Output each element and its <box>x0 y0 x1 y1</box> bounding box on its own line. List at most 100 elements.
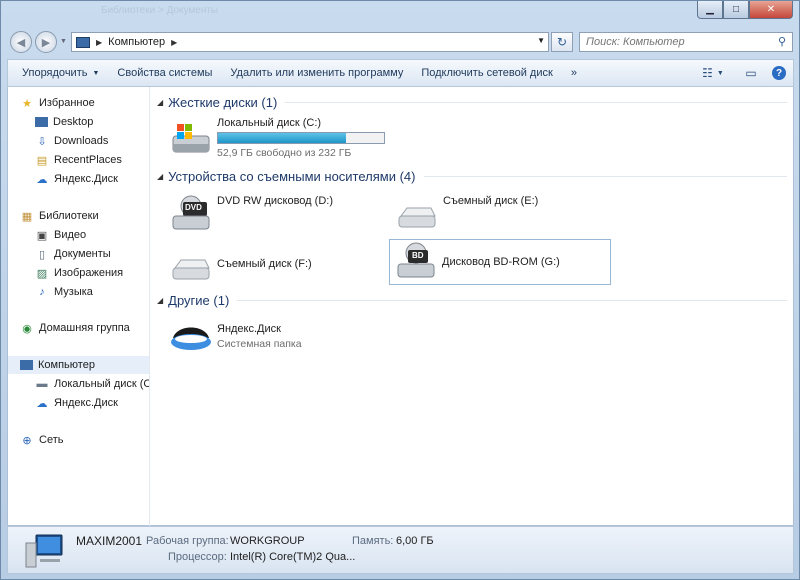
sidebar-item-desktop[interactable]: Desktop <box>35 113 93 131</box>
sidebar-item-label: Downloads <box>54 135 109 147</box>
drive-tile-bd[interactable]: BD Дисковод BD-ROM (G:) <box>389 239 611 285</box>
close-icon: ✕ <box>766 4 776 15</box>
navigation-row: ◀ ▶ ▼ ▶ Компьютер ▶ ▼ ↻ ⚲ <box>1 27 799 57</box>
group-title: Жесткие диски (1) <box>168 95 278 110</box>
refresh-icon: ↻ <box>556 35 568 49</box>
change-view-button[interactable]: ☷ ▼ <box>699 61 727 85</box>
sidebar-item-libraries[interactable]: ▦ Библиотеки <box>20 207 99 225</box>
search-icon[interactable]: ⚲ <box>778 35 786 48</box>
recent-pages-dropdown[interactable]: ▼ <box>60 38 67 45</box>
details-pane: MAXIM2001 Рабочая группа: WORKGROUP Памя… <box>7 526 794 574</box>
group-title: Другие (1) <box>168 293 230 308</box>
computer-icon <box>22 531 66 571</box>
maximize-button[interactable]: □ <box>723 1 749 19</box>
help-button[interactable]: ? <box>765 61 793 85</box>
preview-pane-icon: ▭ <box>745 66 757 80</box>
sidebar-item-label: Избранное <box>39 97 95 109</box>
sidebar-item-favorites[interactable]: ★ Избранное <box>20 94 95 112</box>
memory-label: Память: <box>352 535 394 547</box>
breadcrumb-separator-icon[interactable]: ▶ <box>96 38 102 47</box>
more-commands-button[interactable]: » <box>562 61 586 85</box>
preview-pane-button[interactable]: ▭ <box>737 61 765 85</box>
yandex-disk-icon: ☁ <box>36 397 48 410</box>
sidebar-item-images[interactable]: ▨ Изображения <box>35 264 123 282</box>
explorer-window: Библиотеки > Документы ▁ □ ✕ ◀ ▶ ▼ ▶ Ком… <box>0 0 800 580</box>
dvd-drive-icon: DVD <box>169 194 213 234</box>
title-ghost-text: Библиотеки > Документы <box>101 5 219 16</box>
sidebar-item-label: Музыка <box>54 286 93 298</box>
group-header-removable[interactable]: ◢ Устройства со съемными носителями (4) <box>157 169 787 184</box>
sidebar-item-documents[interactable]: ▯ Документы <box>35 245 111 263</box>
collapse-triangle-icon: ◢ <box>157 296 164 305</box>
group-header-other[interactable]: ◢ Другие (1) <box>157 293 787 308</box>
documents-icon: ▯ <box>38 248 46 261</box>
content-area: ★ Избранное Desktop ⇩ Downloads ▤ RecentPla… <box>7 87 794 526</box>
chevron-down-icon: ▼ <box>92 69 100 77</box>
refresh-button[interactable]: ↻ <box>551 32 573 52</box>
more-commands-label: » <box>570 67 577 79</box>
drive-tile-dvd[interactable]: DVD DVD RW дисковод (D:) <box>165 191 387 237</box>
sidebar-item-music[interactable]: ♪ Музыка <box>35 283 93 301</box>
item-type: Системная папка <box>217 337 302 350</box>
search-box[interactable]: ⚲ <box>579 32 793 52</box>
group-header-hard-disks[interactable]: ◢ Жесткие диски (1) <box>157 95 787 110</box>
sidebar-item-label: Библиотеки <box>39 210 99 222</box>
bd-drive-icon: BD <box>394 242 438 282</box>
sidebar-item-label: Изображения <box>54 267 124 279</box>
chevron-down-icon: ▼ <box>716 69 724 77</box>
disk-usage-fill <box>218 133 346 143</box>
forward-button[interactable]: ▶ <box>35 31 57 53</box>
sidebar-item-network[interactable]: ⊕ Сеть <box>20 431 63 449</box>
back-button[interactable]: ◀ <box>10 31 32 53</box>
windows-drive-icon <box>169 118 213 158</box>
organize-button[interactable]: Упорядочить ▼ <box>8 61 108 85</box>
recent-places-icon: ▤ <box>36 154 48 167</box>
command-bar: Упорядочить ▼ Свойства системы Удалить ил… <box>7 59 794 87</box>
breadcrumb-computer[interactable]: Компьютер <box>108 36 165 48</box>
items-view[interactable]: ◢ Жесткие диски (1) Локальный диск (C:) 5… <box>151 87 793 526</box>
organize-label: Упорядочить <box>22 67 88 79</box>
minimize-button[interactable]: ▁ <box>697 1 723 19</box>
collapse-triangle-icon: ◢ <box>157 98 164 107</box>
memory-value: 6,00 ГБ <box>396 535 434 547</box>
yandex-disk-tile[interactable]: Яндекс.Диск Системная папка <box>165 313 405 359</box>
computer-icon <box>76 36 90 48</box>
sidebar-item-video[interactable]: ▣ Видео <box>35 226 86 244</box>
network-icon: ⊕ <box>22 434 32 447</box>
system-properties-button[interactable]: Свойства системы <box>108 61 221 85</box>
group-divider <box>285 102 787 103</box>
drive-tile-e[interactable]: Съемный диск (E:) <box>391 191 613 237</box>
music-icon: ♪ <box>39 286 45 298</box>
drive-free-space: 52,9 ГБ свободно из 232 ГБ <box>217 147 352 159</box>
drive-name: Съемный диск (F:) <box>217 258 312 270</box>
search-input[interactable] <box>580 33 765 51</box>
drive-tile-f[interactable]: Съемный диск (F:) <box>165 241 387 287</box>
title-bar[interactable]: Библиотеки > Документы ▁ □ ✕ <box>1 1 799 27</box>
maximize-icon: □ <box>732 4 740 15</box>
desktop-icon <box>35 117 48 127</box>
sidebar-item-computer[interactable]: Компьютер <box>8 356 149 374</box>
libraries-icon: ▦ <box>21 210 33 223</box>
uninstall-program-button[interactable]: Удалить или изменить программу <box>221 61 412 85</box>
close-button[interactable]: ✕ <box>749 1 793 19</box>
bd-badge: BD <box>412 251 424 260</box>
minimize-icon: ▁ <box>706 4 714 15</box>
sidebar-item-homegroup[interactable]: ◉ Домашняя группа <box>20 319 130 337</box>
sidebar-item-recent-places[interactable]: ▤ RecentPlaces <box>35 151 122 169</box>
sidebar-item-local-disk-c[interactable]: ▬ Локальный диск (C <box>35 375 150 393</box>
address-dropdown-icon[interactable]: ▼ <box>537 36 545 45</box>
drive-tile-c[interactable]: Локальный диск (C:) 52,9 ГБ свободно из … <box>165 115 405 161</box>
star-icon: ★ <box>22 97 32 110</box>
pc-name: MAXIM2001 <box>76 534 143 548</box>
sidebar-item-yandex-disk-pc[interactable]: ☁ Яндекс.Диск <box>35 394 118 412</box>
navigation-pane[interactable]: ★ Избранное Desktop ⇩ Downloads ▤ RecentPla… <box>8 87 150 526</box>
address-bar[interactable]: ▶ Компьютер ▶ ▼ <box>71 32 549 52</box>
map-drive-label: Подключить сетевой диск <box>421 67 553 79</box>
homegroup-icon: ◉ <box>22 322 32 335</box>
sidebar-item-downloads[interactable]: ⇩ Downloads <box>35 132 108 150</box>
dvd-badge: DVD <box>185 203 202 212</box>
map-network-drive-button[interactable]: Подключить сетевой диск <box>412 61 561 85</box>
sidebar-item-yandex-disk[interactable]: ☁ Яндекс.Диск <box>35 170 118 188</box>
sidebar-item-label: Компьютер <box>38 359 95 371</box>
breadcrumb-separator-icon[interactable]: ▶ <box>171 38 177 47</box>
